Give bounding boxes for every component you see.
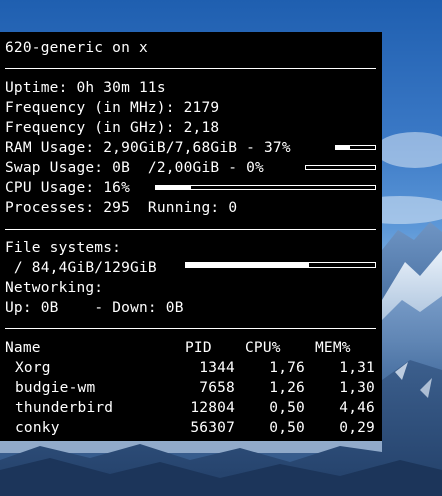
process-pid: 12804 — [190, 400, 235, 416]
swap-usage-value: 0B /2,00GiB - 0% — [112, 160, 264, 176]
download-label: - Down: — [94, 300, 157, 316]
cpu-usage-label: CPU Usage: — [5, 180, 95, 196]
process-mem: 4,46 — [339, 400, 375, 416]
processes-value: 295 — [103, 200, 131, 216]
upload-value: 0B — [40, 300, 59, 316]
process-cpu: 0,50 — [269, 420, 305, 436]
file-system-root-bar-fill — [186, 263, 309, 267]
processes-row: Processes: 295 Running: 0 — [5, 198, 377, 218]
file-system-root-bar — [185, 262, 376, 268]
swap-usage-label: Swap Usage: — [5, 160, 104, 176]
ram-usage-row: RAM Usage: 2,90GiB/7,68GiB - 37% — [5, 138, 377, 158]
uptime-label: Uptime: — [5, 80, 68, 96]
process-table-header: Name PID CPU% MEM% — [5, 338, 377, 358]
process-pid: 7658 — [199, 380, 235, 396]
table-row: Xorg 1344 1,76 1,31 — [5, 358, 377, 378]
frequency-ghz-value: 2,18 — [183, 120, 220, 136]
conky-header: 620-generic on x — [5, 40, 148, 56]
column-header-pid: PID — [185, 340, 212, 356]
download-value: 0B — [165, 300, 184, 316]
process-cpu: 1,76 — [269, 360, 305, 376]
frequency-ghz-row: Frequency (in GHz): 2,18 — [5, 118, 377, 138]
frequency-mhz-label: Frequency (in MHz): — [5, 100, 175, 116]
divider — [5, 68, 376, 69]
process-cpu: 0,50 — [269, 400, 305, 416]
process-cpu: 1,26 — [269, 380, 305, 396]
networking-label: Networking: — [5, 280, 104, 296]
ram-usage-bar — [335, 145, 376, 150]
file-system-root-value: / 84,4GiB/129GiB — [5, 260, 157, 276]
running-label: Running: — [147, 200, 220, 216]
process-name: budgie-wm — [15, 380, 96, 396]
ram-usage-label: RAM Usage: — [5, 140, 95, 156]
uptime-value: 0h 30m 11s — [76, 80, 166, 96]
process-mem: 0,29 — [339, 420, 375, 436]
divider — [5, 328, 376, 329]
process-pid: 1344 — [199, 360, 235, 376]
process-name: thunderbird — [15, 400, 114, 416]
table-row: budgie-wm 7658 1,26 1,30 — [5, 378, 377, 398]
upload-label: Up: — [5, 300, 32, 316]
cpu-usage-value: 16% — [103, 180, 131, 196]
table-row: conky 56307 0,50 0,29 — [5, 418, 377, 438]
frequency-ghz-label: Frequency (in GHz): — [5, 120, 175, 136]
running-value: 0 — [228, 200, 238, 216]
network-traffic-row: Up: 0B - Down: 0B — [5, 298, 377, 318]
process-name: Xorg — [15, 360, 51, 376]
table-row: thunderbird 12804 0,50 4,46 — [5, 398, 377, 418]
frequency-mhz-value: 2179 — [183, 100, 220, 116]
process-mem: 1,31 — [339, 360, 375, 376]
uptime-row: Uptime: 0h 30m 11s — [5, 78, 377, 98]
divider — [5, 229, 376, 230]
cpu-usage-bar — [155, 185, 376, 190]
file-systems-label: File systems: — [5, 240, 122, 256]
column-header-cpu: CPU% — [245, 340, 281, 356]
ram-usage-bar-fill — [336, 146, 351, 149]
ram-usage-value: 2,90GiB/7,68GiB - 37% — [103, 140, 291, 156]
process-name: conky — [15, 420, 60, 436]
swap-usage-bar — [305, 165, 376, 170]
column-header-mem: MEM% — [315, 340, 351, 356]
conky-panel: 620-generic on x Uptime: 0h 30m 11s Freq… — [0, 32, 382, 441]
process-mem: 1,30 — [339, 380, 375, 396]
processes-label: Processes: — [5, 200, 95, 216]
process-pid: 56307 — [190, 420, 235, 436]
column-header-name: Name — [5, 340, 41, 356]
frequency-mhz-row: Frequency (in MHz): 2179 — [5, 98, 377, 118]
cpu-usage-bar-fill — [156, 186, 192, 189]
